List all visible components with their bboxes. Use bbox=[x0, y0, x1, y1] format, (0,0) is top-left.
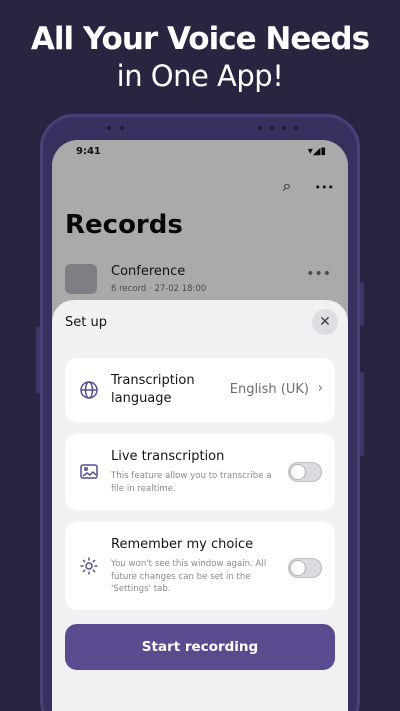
remember-choice-toggle[interactable] bbox=[288, 558, 322, 578]
setup-sheet: Set up ✕ Transcription language English … bbox=[52, 300, 348, 711]
phone-side-button-left bbox=[36, 326, 40, 394]
transcription-language-row[interactable]: Transcription language English (UK) › bbox=[65, 358, 335, 422]
headline-line-1: All Your Voice Needs bbox=[30, 21, 370, 57]
image-caption-icon bbox=[80, 464, 98, 479]
live-transcription-toggle[interactable] bbox=[288, 462, 322, 482]
transcription-language-label: Transcription language bbox=[111, 373, 195, 406]
sheet-title: Set up bbox=[65, 315, 107, 330]
phone-screen: 9:41 ▾◢▮ ⌕ ••• Records Conference 6 reco… bbox=[52, 140, 348, 711]
remember-choice-row: Remember my choice You won't see this wi… bbox=[65, 522, 335, 610]
live-transcription-description: This feature allow you to transcribe a f… bbox=[111, 471, 272, 494]
close-button[interactable]: ✕ bbox=[312, 309, 338, 335]
phone-side-button-right-top bbox=[360, 282, 364, 326]
transcription-language-value: English (UK) bbox=[229, 382, 309, 397]
gear-icon bbox=[80, 557, 98, 575]
close-icon: ✕ bbox=[319, 314, 331, 330]
live-transcription-row: Live transcription This feature allow yo… bbox=[65, 434, 335, 510]
phone-side-button-right-bottom bbox=[360, 372, 364, 456]
live-transcription-title: Live transcription bbox=[111, 449, 225, 464]
remember-choice-title: Remember my choice bbox=[111, 537, 254, 552]
promo-headline: All Your Voice Needs in One App! bbox=[0, 20, 400, 94]
remember-choice-description: You won't see this window again. All fut… bbox=[111, 559, 267, 594]
phone-speaker-dots bbox=[0, 126, 400, 132]
headline-line-2: in One App! bbox=[116, 59, 284, 93]
chevron-right-icon: › bbox=[317, 381, 323, 396]
globe-icon bbox=[80, 381, 98, 399]
start-recording-button[interactable]: Start recording bbox=[65, 624, 335, 670]
